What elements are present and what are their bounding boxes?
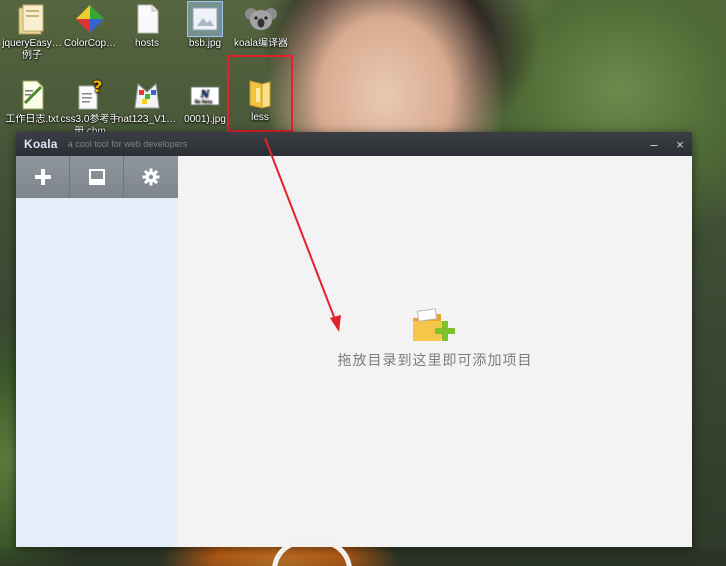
desktop-icon-label: hosts	[135, 38, 159, 49]
project-drop-zone[interactable]: 拖放目录到这里即可添加项目	[178, 156, 692, 547]
desktop-icon-css3-chm[interactable]: ? css3.0参考手 册.chm	[60, 78, 120, 138]
desktop-icon-nat123[interactable]: nat123_V1…	[117, 78, 177, 126]
desktop-icon-label: bsb.jpg	[188, 38, 222, 49]
sidebar-toolbar	[16, 156, 178, 198]
desktop-icon-label: ColorCop…	[63, 38, 117, 49]
settings-button[interactable]	[124, 156, 178, 198]
drop-hint-text: 拖放目录到这里即可添加项目	[337, 352, 533, 368]
image-icon: N No Away	[190, 86, 220, 106]
minimize-button[interactable]: –	[648, 138, 660, 151]
desktop-icon-hosts[interactable]: hosts	[117, 2, 177, 50]
desktop-icon-label: nat123_V1…	[117, 114, 177, 125]
app-title: Koala	[24, 137, 58, 151]
window-titlebar[interactable]: Koala a cool tool for web developers – ×	[16, 132, 692, 156]
window-controls: – ×	[648, 132, 686, 156]
desktop-icon-label: 工作日志.txt	[5, 114, 59, 125]
desktop-icon-label: 0001).jpg	[184, 114, 226, 125]
window-body: 拖放目录到这里即可添加项目	[16, 156, 692, 547]
desktop-icon-label: css3.0参考手	[60, 114, 120, 125]
image-icon	[187, 1, 223, 37]
koala-icon	[245, 8, 277, 30]
desktop-icon-label: jqueryEasy…	[2, 38, 62, 49]
annotation-highlight-box	[227, 55, 293, 132]
close-button[interactable]: ×	[674, 138, 686, 151]
add-project-button[interactable]	[16, 156, 70, 198]
installer-icon	[134, 82, 160, 109]
desktop-bottom-area	[0, 547, 726, 566]
svg-text:No Away: No Away	[195, 99, 213, 104]
folder-add-icon	[413, 308, 455, 341]
text-file-icon	[22, 80, 44, 110]
file-icon	[137, 4, 159, 34]
gear-icon	[142, 168, 160, 186]
drop-hint: 拖放目录到这里即可添加项目	[178, 308, 692, 370]
compile-all-button[interactable]	[70, 156, 124, 198]
desktop-icon-colorcop[interactable]: ColorCop…	[60, 2, 120, 50]
koala-window: Koala a cool tool for web developers – ×	[16, 132, 692, 547]
desktop-icon-worklog[interactable]: 工作日志.txt	[2, 78, 62, 126]
app-tagline: a cool tool for web developers	[67, 139, 188, 149]
plus-icon	[34, 169, 51, 185]
note-icon	[88, 169, 105, 185]
help-file-icon: ?	[78, 78, 102, 110]
project-sidebar[interactable]	[16, 156, 178, 547]
desktop-icon-koala[interactable]: koala编译器	[231, 2, 291, 50]
svg-text:?: ?	[93, 78, 102, 96]
colorcop-icon	[76, 5, 104, 33]
desktop-icon-jqueryeasy[interactable]: jqueryEasy… 例子	[2, 2, 62, 62]
desktop-icon-label: 例子	[22, 50, 42, 61]
desktop-icon-label: koala编译器	[234, 38, 288, 49]
folder-icon	[18, 4, 44, 35]
desktop-icon-0001-jpg[interactable]: N No Away 0001).jpg	[175, 78, 235, 126]
desktop-icon-bsb-jpg[interactable]: bsb.jpg	[175, 1, 235, 50]
